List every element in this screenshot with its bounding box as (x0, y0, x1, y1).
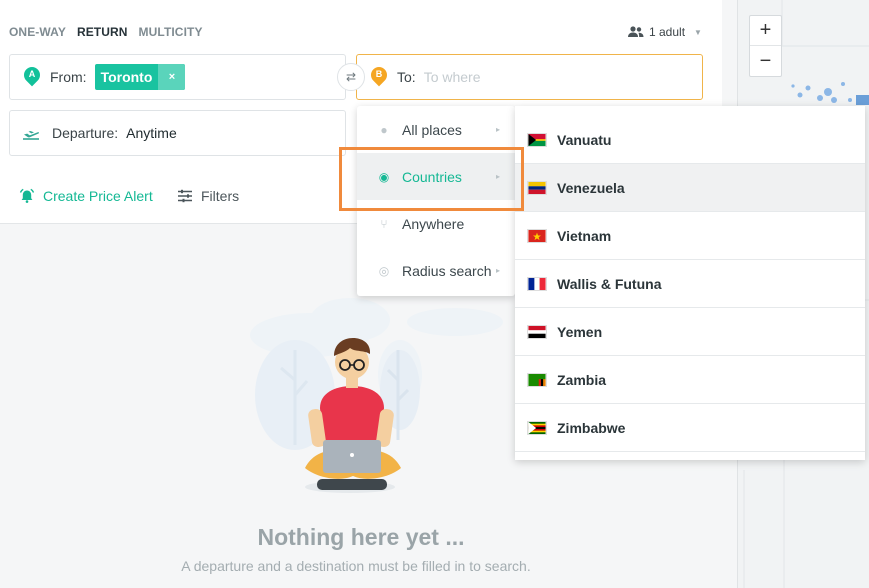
empty-state-title: Nothing here yet ... (257, 524, 465, 550)
trip-type-tabs: ONE-WAY RETURN MULTICITY (9, 25, 203, 39)
country-item-venezuela[interactable]: Venezuela (515, 164, 865, 212)
menu-item-label: Countries (402, 168, 462, 185)
empty-state-illustration (250, 298, 503, 493)
country-name: Venezuela (557, 179, 625, 196)
chevron-right-icon: ▸ (495, 125, 500, 134)
destination-pin-icon: B (367, 63, 391, 87)
venezuela-flag-icon (527, 180, 547, 195)
passengers-selector[interactable]: 1 adult ▼ (628, 25, 702, 39)
menu-item-anywhere[interactable]: ⑂ Anywhere (357, 200, 515, 247)
map-zoom-controls: + − (749, 15, 782, 77)
vanuatu-flag-icon (527, 132, 547, 147)
country-item-vanuatu[interactable]: Vanuatu (515, 116, 865, 164)
menu-item-countries[interactable]: ◉ Countries ▸ (357, 153, 515, 200)
origin-pin-icon: A (20, 63, 44, 87)
from-label: From: (50, 69, 87, 85)
people-icon (628, 26, 644, 37)
filters-button[interactable]: Filters (177, 188, 239, 204)
country-name: Yemen (557, 323, 603, 340)
departure-field[interactable]: Departure: Anytime (9, 110, 346, 156)
country-name: Vietnam (557, 227, 612, 244)
country-item-zambia[interactable]: Zambia (515, 356, 865, 404)
filters-label: Filters (201, 188, 240, 204)
countries-list: Vanuatu Venezuela Vietnam Wallis & Futun… (515, 106, 865, 460)
pin-icon: ● (380, 122, 388, 137)
passengers-label: 1 adult (649, 25, 686, 39)
radius-icon: ◎ (378, 263, 390, 278)
chevron-right-icon: ▸ (495, 266, 500, 275)
country-name: Wallis & Futuna (557, 275, 662, 292)
remove-origin-icon[interactable]: × (158, 64, 186, 90)
from-field[interactable]: A From: Toronto × (9, 54, 346, 100)
yemen-flag-icon (527, 324, 547, 339)
sliders-icon (178, 189, 192, 203)
zoom-in-button[interactable]: + (750, 16, 781, 46)
to-input[interactable]: To where (424, 69, 481, 85)
wallis-futuna-flag-icon (527, 276, 547, 291)
origin-chip[interactable]: Toronto × (94, 64, 186, 90)
swap-icon[interactable]: ⇄ (337, 63, 365, 91)
country-item-wallis-futuna[interactable]: Wallis & Futuna (515, 260, 865, 308)
country-name: Vanuatu (557, 131, 612, 148)
country-item-yemen[interactable]: Yemen (515, 308, 865, 356)
country-item-vietnam[interactable]: Vietnam (515, 212, 865, 260)
chevron-down-icon: ▼ (694, 27, 702, 37)
tab-multicity[interactable]: MULTICITY (139, 25, 203, 39)
globe-icon: ◉ (378, 169, 390, 184)
tab-return[interactable]: RETURN (77, 25, 128, 39)
zimbabwe-flag-icon (527, 420, 547, 435)
departure-value: Anytime (126, 125, 177, 141)
plane-takeoff-icon (23, 131, 39, 140)
menu-item-all-places[interactable]: ● All places ▸ (357, 106, 515, 153)
zoom-out-button[interactable]: − (750, 46, 781, 76)
tab-one-way[interactable]: ONE-WAY (9, 25, 66, 39)
empty-state-subtitle: A departure and a destination must be fi… (181, 558, 531, 574)
place-type-menu: ● All places ▸ ◉ Countries ▸ ⑂ Anywhere … (357, 106, 515, 296)
country-name: Zambia (557, 371, 607, 388)
menu-item-label: All places (402, 121, 462, 138)
zambia-flag-icon (527, 372, 547, 387)
menu-item-label: Anywhere (402, 215, 465, 232)
to-field[interactable]: B To: To where (356, 54, 703, 100)
to-label: To: (397, 69, 416, 85)
country-name: Zimbabwe (557, 419, 626, 436)
menu-item-radius-search[interactable]: ◎ Radius search ▸ (357, 247, 515, 294)
alarm-bell-icon (19, 188, 35, 203)
country-item-zimbabwe[interactable]: Zimbabwe (515, 404, 865, 452)
fork-icon: ⑂ (380, 216, 388, 231)
departure-label: Departure: (52, 125, 119, 141)
origin-chip-text: Toronto (100, 69, 153, 85)
create-price-alert-button[interactable]: Create Price Alert (19, 188, 153, 204)
create-price-alert-label: Create Price Alert (43, 188, 153, 204)
vietnam-flag-icon (527, 228, 547, 243)
menu-item-label: Radius search (402, 262, 492, 279)
chevron-right-icon: ▸ (495, 172, 500, 181)
